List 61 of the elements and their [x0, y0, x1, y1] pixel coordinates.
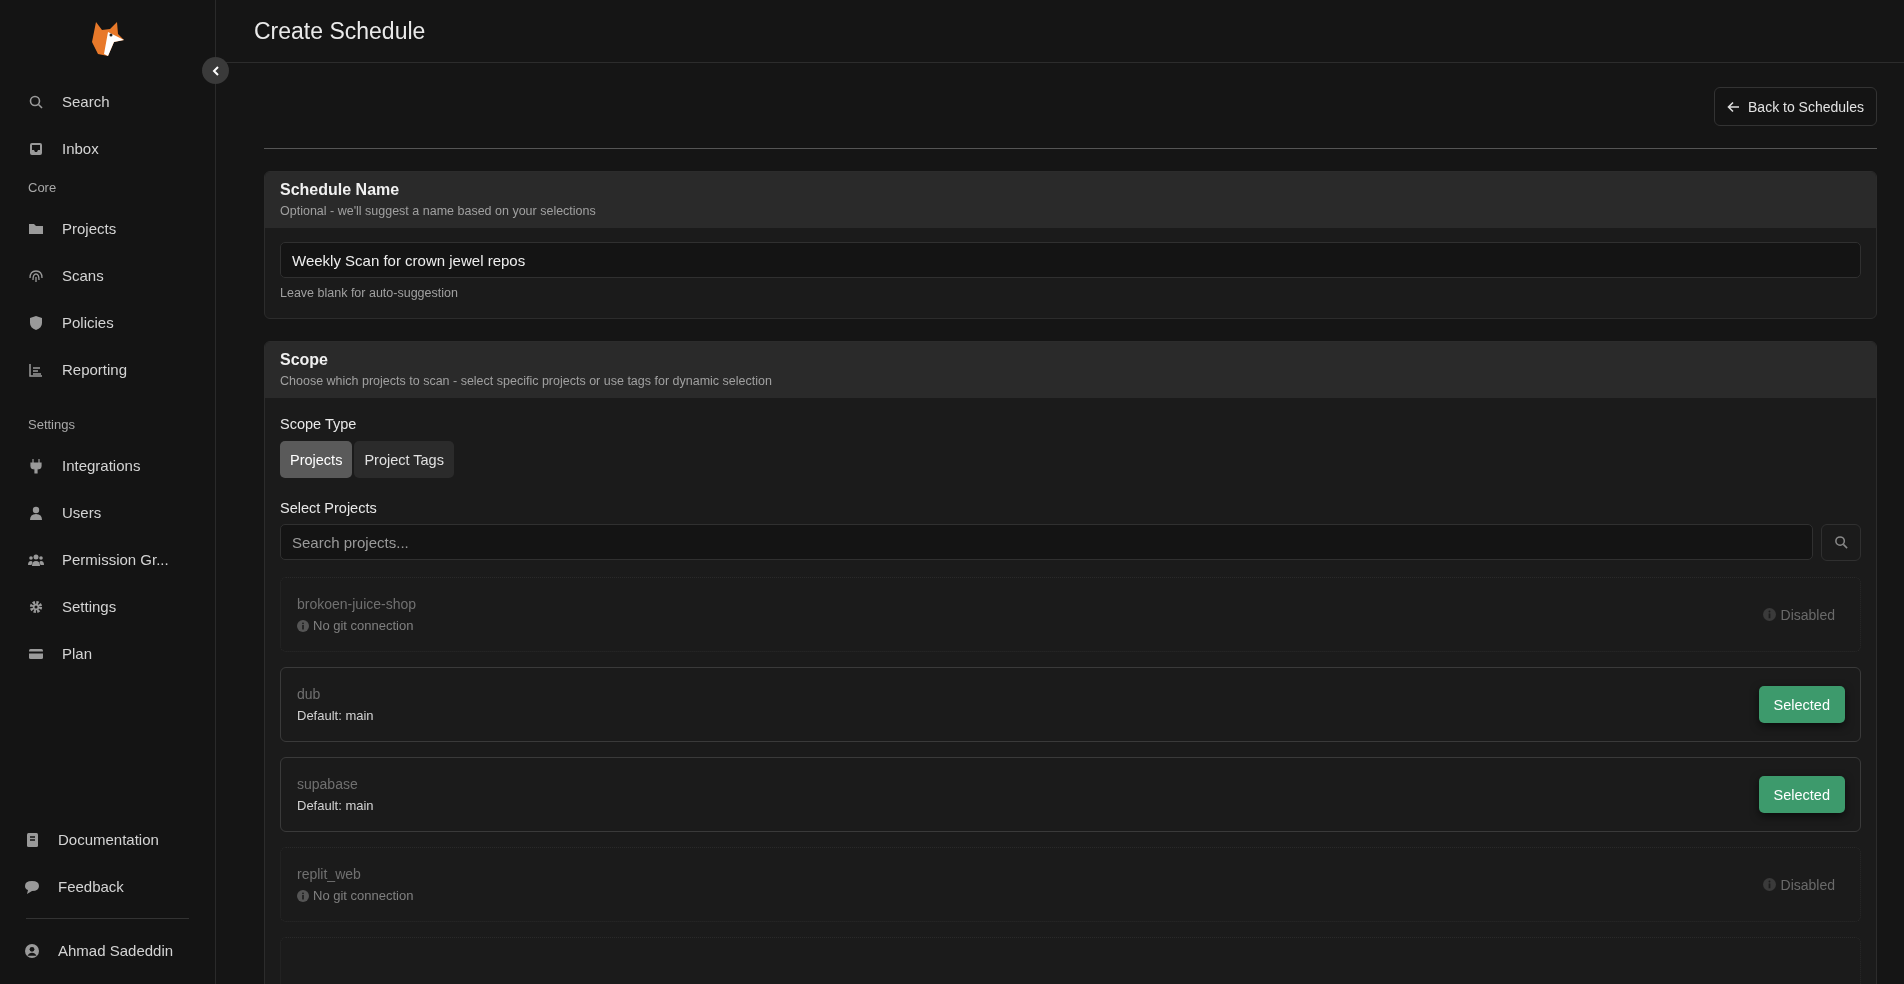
- field-hint: Leave blank for auto-suggestion: [280, 286, 459, 300]
- search-button[interactable]: [1821, 524, 1861, 561]
- user-icon: [28, 504, 44, 521]
- arrow-left-icon: [1727, 100, 1741, 113]
- sidebar-item[interactable]: Feedback: [16, 863, 199, 910]
- fingerprint-icon: [28, 267, 44, 284]
- sidebar-item[interactable]: Settings: [14, 583, 201, 630]
- sidebar-item[interactable]: Search: [14, 78, 201, 125]
- card-subtitle: Optional - we'll suggest a name based on your selections: [280, 204, 597, 218]
- search-icon: [28, 93, 44, 110]
- project-detail: No git connection: [313, 618, 414, 633]
- project-card[interactable]: dub Default: main Selected: [280, 667, 1861, 742]
- page-title: Create Schedule: [254, 17, 426, 45]
- project-name: dub: [297, 686, 322, 702]
- fox-logo-icon: [89, 20, 126, 58]
- field-label: Select Projects: [280, 500, 378, 516]
- section-heading: Settings: [27, 416, 76, 434]
- project-name: brokoen-juice-shop: [297, 596, 417, 612]
- inbox-icon: [28, 140, 44, 157]
- chat-icon: [24, 878, 40, 895]
- project-detail: Default: main: [297, 708, 374, 723]
- user-menu[interactable]: Ahmad Sadeddin: [16, 927, 199, 974]
- card-title: Scope: [280, 351, 329, 369]
- sidebar-item[interactable]: Projects: [14, 205, 201, 252]
- scope-type-tab[interactable]: Projects: [280, 441, 353, 478]
- info-icon: [1762, 608, 1776, 621]
- project-card[interactable]: supabase Default: main Selected: [280, 757, 1861, 832]
- status-label: Disabled: [1780, 876, 1835, 893]
- sidebar-item[interactable]: Inbox: [14, 125, 201, 172]
- project-detail: No git connection: [313, 888, 414, 903]
- search-field[interactable]: Search projects...: [280, 524, 1813, 560]
- sidebar-item[interactable]: Users: [14, 489, 201, 536]
- sidebar-item[interactable]: Policies: [14, 299, 201, 346]
- chart-icon: [28, 361, 44, 378]
- project-name: replit_web: [297, 866, 362, 882]
- back-button[interactable]: Back to Schedules: [1714, 87, 1877, 126]
- project-detail: Default: main: [297, 798, 374, 813]
- book-icon: [24, 831, 40, 848]
- shield-icon: [28, 314, 44, 331]
- status-label: Disabled: [1780, 606, 1835, 623]
- collapse-button[interactable]: [202, 57, 229, 84]
- sidebar-item[interactable]: Scans: [14, 252, 201, 299]
- search-icon: [1833, 535, 1849, 550]
- scope-type-tab[interactable]: Project Tags: [354, 441, 454, 478]
- sidebar-item[interactable]: Permission Gr...: [14, 536, 201, 583]
- project-name: supabase: [297, 776, 359, 792]
- sidebar-item[interactable]: Documentation: [16, 816, 199, 863]
- plug-icon: [28, 457, 44, 474]
- info-icon: [297, 619, 309, 632]
- field-label: Scope Type: [280, 416, 358, 432]
- card-subtitle: Choose which projects to scan - select specific projects or use tags for dynamic selection: [280, 374, 773, 388]
- schedule-name-field[interactable]: Weekly Scan for crown jewel repos: [280, 242, 1861, 278]
- gear-icon: [28, 598, 44, 615]
- card-title: Schedule Name: [280, 181, 401, 199]
- info-icon: [1762, 878, 1776, 891]
- sidebar-item[interactable]: Plan: [14, 630, 201, 677]
- section-heading: Core: [27, 179, 58, 197]
- sidebar-item[interactable]: Reporting: [14, 346, 201, 393]
- sidebar-item[interactable]: Integrations: [14, 442, 201, 489]
- avatar-icon: [24, 942, 40, 959]
- info-icon: [297, 889, 309, 902]
